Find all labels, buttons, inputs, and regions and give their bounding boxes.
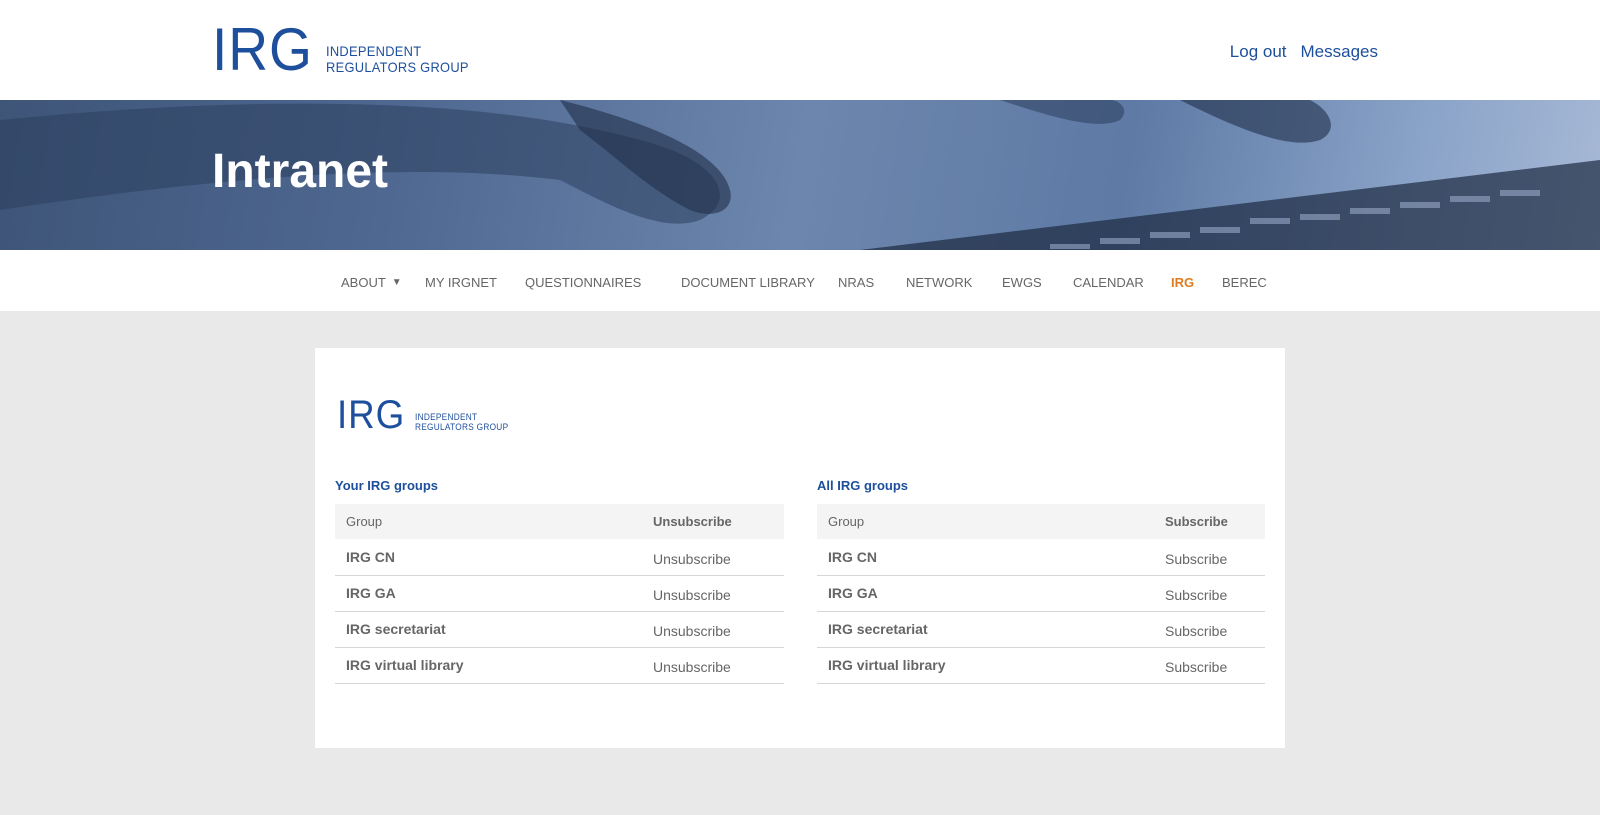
nav-item-questionnaires[interactable]: QUESTIONNAIRES xyxy=(525,275,641,290)
logo-line-1: INDEPENDENT xyxy=(325,43,422,59)
card-logo-text: INDEPENDENT REGULATORS GROUP xyxy=(415,412,508,432)
all-groups-title: All IRG groups xyxy=(817,478,908,493)
table-row: IRG secretariat Subscribe xyxy=(817,611,1265,648)
unsubscribe-link[interactable]: Unsubscribe xyxy=(653,647,784,684)
content-card: IRG INDEPENDENT REGULATORS GROUP Your IR… xyxy=(315,348,1285,748)
column-header-unsubscribe: Unsubscribe xyxy=(653,514,732,529)
subscribe-link[interactable]: Subscribe xyxy=(1165,611,1265,648)
table-header-row: Group Unsubscribe xyxy=(335,504,784,539)
group-name: IRG virtual library xyxy=(335,647,653,684)
card-logo-line-1: INDEPENDENT xyxy=(415,412,478,422)
group-name: IRG CN xyxy=(817,539,1165,576)
irg-logo[interactable]: IRG INDEPENDENT REGULATORS GROUP xyxy=(212,16,481,83)
subscribe-link[interactable]: Subscribe xyxy=(1165,647,1265,684)
page-title: Intranet xyxy=(212,145,389,198)
nav-item-document-library[interactable]: DOCUMENT LIBRARY xyxy=(681,275,815,290)
nav-item-irg[interactable]: IRG xyxy=(1171,275,1194,290)
column-header-subscribe: Subscribe xyxy=(1165,514,1228,529)
unsubscribe-link[interactable]: Unsubscribe xyxy=(653,539,784,576)
top-links: Log out Messages xyxy=(1230,42,1378,62)
table-row: IRG virtual library Unsubscribe xyxy=(335,647,784,684)
group-name: IRG virtual library xyxy=(817,647,1165,684)
logout-link[interactable]: Log out xyxy=(1230,42,1287,62)
logo-line-2: REGULATORS GROUP xyxy=(325,59,469,75)
table-row: IRG CN Subscribe xyxy=(817,539,1265,576)
main-nav: ABOUT ▼ MY IRGNET QUESTIONNAIRES DOCUMENT… xyxy=(0,250,1600,311)
hero-banner: Intranet xyxy=(0,100,1600,250)
subscribe-link[interactable]: Subscribe xyxy=(1165,539,1265,576)
top-header: IRG INDEPENDENT REGULATORS GROUP Log out… xyxy=(0,0,1600,100)
nav-item-nras[interactable]: NRAS xyxy=(838,275,874,290)
your-groups-section: Your IRG groups Group Unsubscribe IRG CN… xyxy=(335,478,784,684)
nav-item-my-irgnet[interactable]: MY IRGNET xyxy=(425,275,497,290)
column-header-group: Group xyxy=(828,514,865,529)
card-logo-line-2: REGULATORS GROUP xyxy=(415,422,509,432)
table-row: IRG virtual library Subscribe xyxy=(817,647,1265,684)
column-header-group: Group xyxy=(346,514,383,529)
subscribe-link[interactable]: Subscribe xyxy=(1165,575,1265,612)
card-logo-mark: IRG xyxy=(337,393,406,437)
messages-link[interactable]: Messages xyxy=(1301,42,1378,62)
table-row: IRG CN Unsubscribe xyxy=(335,539,784,576)
nav-item-calendar[interactable]: CALENDAR xyxy=(1073,275,1144,290)
nav-item-label: ABOUT xyxy=(341,275,386,290)
logo-mark: IRG xyxy=(212,16,313,83)
nav-item-about[interactable]: ABOUT ▼ xyxy=(341,275,402,290)
your-groups-table: Group Unsubscribe IRG CN Unsubscribe IRG… xyxy=(335,504,784,684)
nav-item-berec[interactable]: BEREC xyxy=(1222,275,1267,290)
nav-item-ewgs[interactable]: EWGS xyxy=(1002,275,1042,290)
unsubscribe-link[interactable]: Unsubscribe xyxy=(653,575,784,612)
table-row: IRG GA Subscribe xyxy=(817,575,1265,612)
table-header-row: Group Subscribe xyxy=(817,504,1265,539)
your-groups-title: Your IRG groups xyxy=(335,478,439,493)
nav-item-network[interactable]: NETWORK xyxy=(906,275,972,290)
group-name: IRG secretariat xyxy=(817,611,1165,648)
group-name: IRG secretariat xyxy=(335,611,653,648)
unsubscribe-link[interactable]: Unsubscribe xyxy=(653,611,784,648)
table-row: IRG GA Unsubscribe xyxy=(335,575,784,612)
group-name: IRG GA xyxy=(817,575,1165,612)
caret-down-icon: ▼ xyxy=(391,277,402,288)
all-groups-section: All IRG groups Group Subscribe IRG CN Su… xyxy=(817,478,1265,684)
table-row: IRG secretariat Unsubscribe xyxy=(335,611,784,648)
all-groups-table: Group Subscribe IRG CN Subscribe IRG GA … xyxy=(817,504,1265,684)
group-name: IRG GA xyxy=(335,575,653,612)
group-name: IRG CN xyxy=(335,539,653,576)
logo-text: INDEPENDENT REGULATORS GROUP xyxy=(326,43,469,76)
card-irg-logo: IRG INDEPENDENT REGULATORS GROUP xyxy=(337,393,517,437)
